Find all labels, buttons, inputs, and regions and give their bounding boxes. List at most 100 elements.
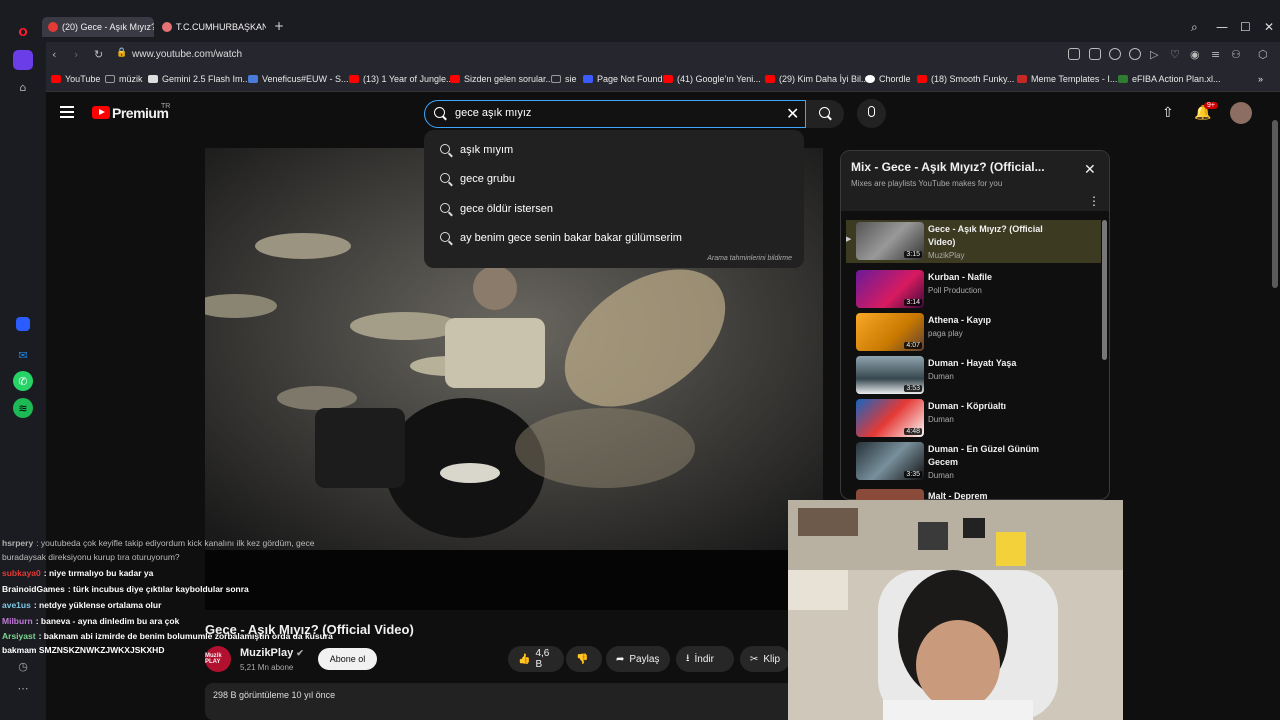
description-box[interactable]: [205, 683, 823, 720]
minimize-button[interactable]: —: [1216, 20, 1228, 34]
share-button[interactable]: ➦ Paylaş: [606, 646, 670, 672]
search-button[interactable]: [806, 100, 844, 128]
thumbnail: [856, 489, 924, 500]
forward-icon[interactable]: ›: [74, 48, 78, 61]
tab-title: T.C.CUMHURBAŞKANLIĞI: [176, 22, 266, 32]
youtube-logo-icon[interactable]: [92, 106, 110, 119]
new-tab-button[interactable]: +: [274, 19, 284, 33]
history-icon[interactable]: ◷: [13, 656, 33, 676]
create-icon[interactable]: ⇧: [1162, 105, 1174, 121]
close-window-button[interactable]: ✕: [1264, 20, 1274, 34]
aria-icon[interactable]: [13, 50, 33, 70]
playlist-item-title: Duman - En Güzel Günüm Gecem: [928, 444, 1040, 467]
extensions-icon[interactable]: ⬡: [1258, 48, 1268, 61]
subscriber-count: 5,21 Mn abone: [240, 663, 294, 672]
more-icon[interactable]: ⋯: [13, 678, 33, 698]
page-scrollbar[interactable]: [1272, 120, 1278, 288]
vpn-icon[interactable]: [1129, 48, 1141, 60]
now-playing-icon: ▶: [846, 236, 852, 243]
reload-icon[interactable]: ↻: [94, 48, 103, 61]
channel-name[interactable]: MuzikPlay ✔: [240, 647, 304, 659]
playlist-scrollbar[interactable]: [1102, 220, 1107, 360]
subscribe-button[interactable]: Abone ol: [318, 648, 377, 670]
logo-region: TR: [161, 103, 171, 110]
profile-icon[interactable]: ⚇: [1231, 48, 1241, 61]
download-button[interactable]: ⭳ İndir: [676, 646, 734, 672]
wallet-icon[interactable]: ◉: [1190, 48, 1200, 61]
back-icon[interactable]: ‹: [52, 48, 56, 61]
close-icon[interactable]: ✕: [1084, 162, 1096, 178]
playlist-item[interactable]: 3:53 Duman - Hayatı Yaşa Duman: [846, 354, 1101, 397]
bookmark-item[interactable]: Veneficus#EUW - S...: [248, 74, 349, 84]
bookmark-item[interactable]: (29) Kim Daha İyi Bil...: [765, 74, 869, 84]
verified-icon: ✔: [296, 648, 304, 658]
bookmarks-overflow-icon[interactable]: »: [1258, 74, 1263, 84]
player-icon[interactable]: ▷: [1150, 48, 1158, 61]
edit-page-icon[interactable]: [1068, 48, 1080, 60]
more-options-icon[interactable]: ⋮: [1088, 194, 1100, 208]
menu-icon[interactable]: ≡: [1211, 48, 1220, 61]
favorites-icon[interactable]: ♡: [1170, 48, 1180, 61]
app-icon[interactable]: [16, 317, 30, 331]
suggestion-item[interactable]: ay benim gece senin bakar bakar gülümser…: [424, 223, 804, 252]
tab-youtube[interactable]: (20) Gece - Aşık Mıyız? (O: [42, 17, 154, 37]
playlist-item[interactable]: Malt - Deprem: [846, 487, 1101, 500]
search-icon: [440, 144, 450, 154]
spotify-icon[interactable]: ≋: [13, 398, 33, 418]
maximize-button[interactable]: ☐: [1240, 20, 1251, 34]
menu-icon[interactable]: [60, 106, 74, 118]
url-field[interactable]: www.youtube.com/watch: [132, 49, 242, 60]
bookmark-item[interactable]: (13) 1 Year of Jungle...: [349, 74, 454, 84]
playlist-item[interactable]: 4:07 Athena - Kayıp paga play: [846, 311, 1101, 354]
folder-icon: [105, 75, 115, 83]
bookmark-label: YouTube: [65, 74, 101, 84]
playlist-item[interactable]: 4:48 Duman - Köprüaltı Duman: [846, 397, 1101, 440]
bookmark-item[interactable]: (41) Google'ın Yeni...: [663, 74, 761, 84]
suggestion-item[interactable]: gece grubu: [424, 164, 804, 193]
suggestion-item[interactable]: aşık mıyım: [424, 135, 804, 164]
lock-icon[interactable]: 🔒: [116, 48, 127, 58]
clear-search-icon[interactable]: ✕: [786, 104, 799, 123]
playlist-item[interactable]: ▶ 3:15 Gece - Aşık Mıyız? (Official Vide…: [846, 220, 1101, 263]
playlist-item[interactable]: 3:35 Duman - En Güzel Günüm Gecem Duman: [846, 440, 1101, 483]
voice-search-button[interactable]: [857, 99, 886, 128]
tab-cumhurbaskanligi[interactable]: T.C.CUMHURBAŞKANLIĞI: [156, 17, 266, 37]
search-value[interactable]: gece aşık mıyız: [455, 107, 531, 119]
whatsapp-icon[interactable]: ✆: [13, 371, 33, 391]
bookmark-item[interactable]: eFIBA Action Plan.xl...: [1118, 74, 1221, 84]
avatar[interactable]: [1230, 102, 1252, 124]
bookmark-item[interactable]: Page Not Found: [583, 74, 663, 84]
report-suggestions-link[interactable]: Arama tahminlerini bildirme: [707, 255, 792, 262]
opera-logo-icon[interactable]: O: [13, 22, 33, 42]
camera-icon[interactable]: [1089, 48, 1101, 60]
suggestion-item[interactable]: gece öldür istersen: [424, 194, 804, 223]
bookmark-item[interactable]: YouTube: [51, 74, 100, 84]
dislike-button[interactable]: 👎: [566, 646, 602, 672]
address-bar: ‹ › ↻ 🔒 www.youtube.com/watch ▷ ♡ ◉ ≡ ⚇ …: [46, 42, 1280, 68]
bookmark-item[interactable]: Gemini 2.5 Flash Im...: [148, 74, 250, 84]
logo-text[interactable]: Premium: [112, 105, 169, 121]
page-icon: [148, 75, 158, 83]
bookmark-item[interactable]: Chordle: [865, 74, 911, 84]
chat-message: ave1us: netdye yüklense ortalama olur: [2, 600, 161, 610]
playlist-item-channel: Duman: [928, 471, 954, 480]
messenger-icon[interactable]: ✉: [13, 345, 33, 365]
adblock-icon[interactable]: [1109, 48, 1121, 60]
bookmark-folder[interactable]: sie: [551, 74, 577, 84]
playlist-item-title: Duman - Hayatı Yaşa: [928, 358, 1017, 368]
playlist-item[interactable]: 3:14 Kurban - Nafile Poll Production: [846, 268, 1101, 311]
playlist-item-title: Kurban - Nafile: [928, 272, 993, 282]
clip-button[interactable]: ✂ Klip: [740, 646, 790, 672]
bookmark-item[interactable]: Sizden gelen sorular...: [450, 74, 553, 84]
cymbal: [255, 233, 351, 259]
mix-subtitle: Mixes are playlists YouTube makes for yo…: [851, 179, 1003, 188]
search-tabs-icon[interactable]: ⌕: [1191, 20, 1198, 35]
like-button[interactable]: 👍 4,6 B: [508, 646, 564, 672]
speed-dial-icon[interactable]: ⌂: [13, 77, 33, 97]
share-label: Paylaş: [629, 653, 660, 665]
mix-title[interactable]: Mix - Gece - Aşık Mıyız? (Official...: [851, 160, 1045, 174]
bookmark-folder[interactable]: müzik: [105, 74, 143, 84]
channel-avatar[interactable]: Muzik PLAY: [205, 646, 231, 672]
bookmark-item[interactable]: Meme Templates - I...: [1017, 74, 1117, 84]
bookmark-item[interactable]: (18) Smooth Funky...: [917, 74, 1014, 84]
